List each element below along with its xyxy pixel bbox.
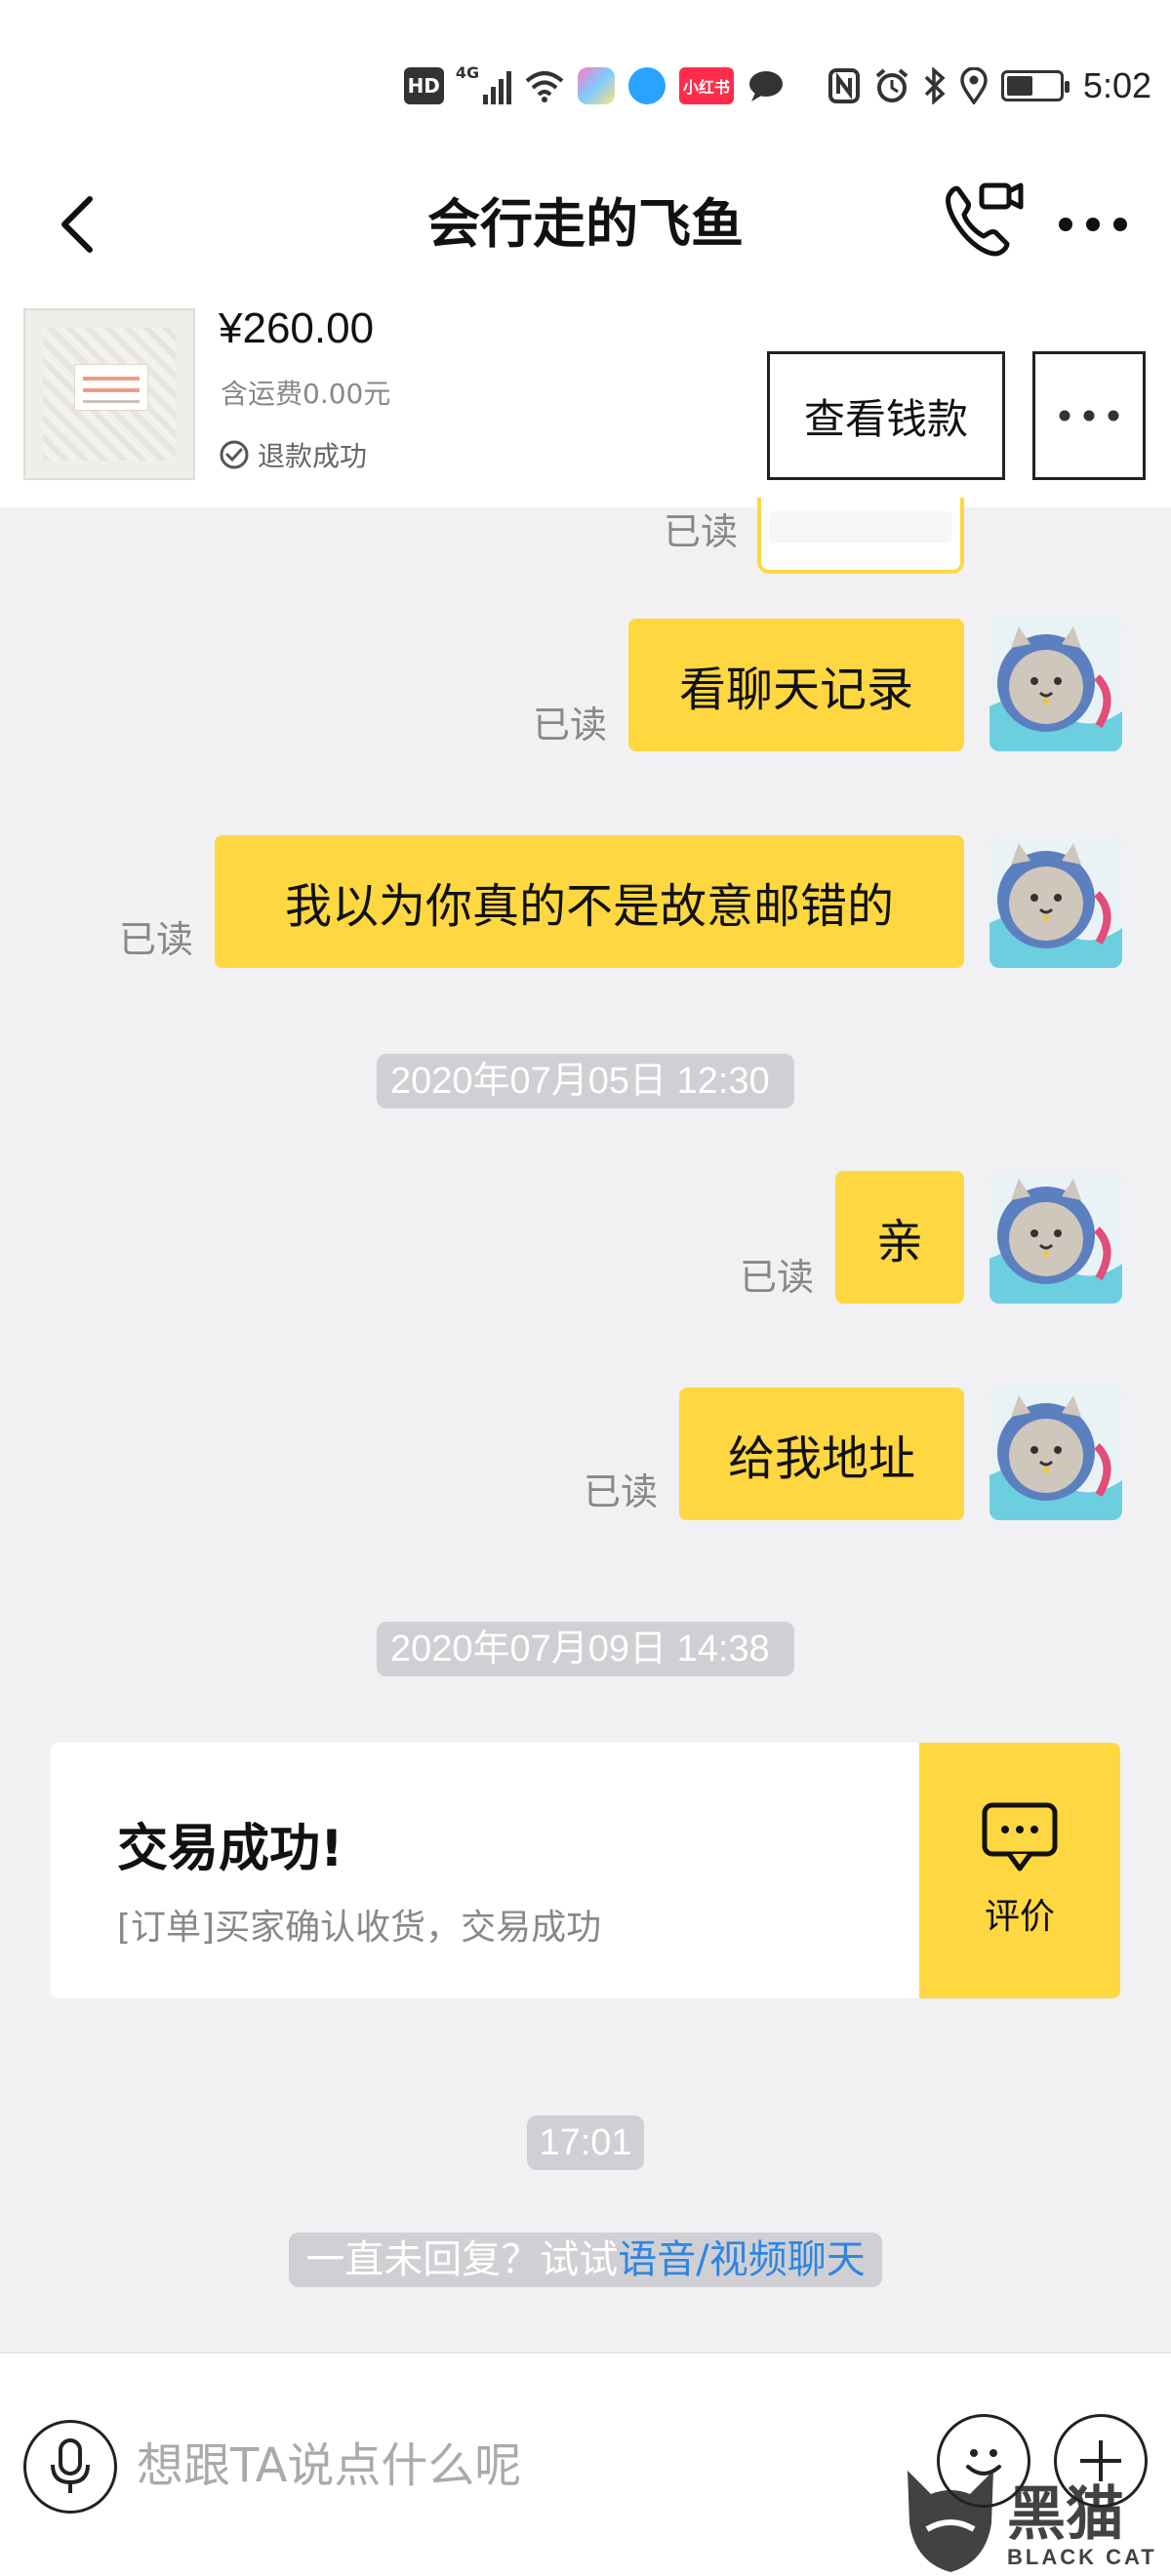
- avatar[interactable]: [989, 835, 1122, 968]
- microphone-icon: [51, 2438, 90, 2493]
- app-notification-icon: [577, 67, 615, 104]
- product-summary[interactable]: ¥260.00 含运费0.00元 退款成功 查看钱款: [0, 302, 1171, 507]
- avatar[interactable]: [989, 1171, 1122, 1304]
- back-button[interactable]: [29, 176, 127, 273]
- avatar[interactable]: [989, 1388, 1122, 1520]
- location-icon: [960, 67, 988, 104]
- more-options-button[interactable]: [1044, 176, 1142, 273]
- product-price: ¥260.00: [219, 304, 375, 352]
- rate-button[interactable]: 评价: [919, 1743, 1120, 1998]
- check-circle-icon: [220, 440, 249, 469]
- timestamp: 17:01: [527, 2115, 644, 2170]
- watermark-subtext: BLACK CAT: [1007, 2545, 1157, 2569]
- chevron-left-icon: [61, 196, 93, 253]
- seal-astronaut-avatar-icon: [989, 1171, 1122, 1304]
- nfc-icon: [828, 68, 860, 103]
- network-type-label: 4G: [455, 63, 480, 82]
- voice-video-call-button[interactable]: [927, 166, 1034, 273]
- message-bubble[interactable]: 给我地址: [679, 1388, 964, 1520]
- read-receipt: 已读: [533, 704, 608, 746]
- previous-screenshot-message[interactable]: [757, 498, 964, 574]
- status-icons: HD 4G 小红书 5:02: [403, 57, 1151, 115]
- message-input[interactable]: [137, 2412, 898, 2519]
- black-cat-logo-icon: [908, 2471, 993, 2572]
- bluetooth-icon: [924, 67, 946, 104]
- refund-status-label: 退款成功: [258, 440, 368, 472]
- black-cat-watermark: 黑猫 BLACK CAT: [898, 2461, 1171, 2576]
- message-bubble[interactable]: 我以为你真的不是故意邮错的: [215, 835, 964, 968]
- order-status-description: [订单]买家确认收货，交易成功: [117, 1908, 602, 1948]
- battery-icon: [1000, 70, 1070, 101]
- wifi-icon: [525, 71, 564, 102]
- more-dots-icon: [1059, 410, 1119, 422]
- order-status-card[interactable]: 交易成功! [订单]买家确认收货，交易成功 评价: [51, 1743, 1120, 1998]
- chat-message-list[interactable]: 已读 已读 看聊天记录 已读 我以为你真的不是故意邮错的 2020年07月05日…: [0, 498, 1171, 2352]
- signal-icon: 4G: [456, 63, 511, 104]
- voice-input-button[interactable]: [23, 2420, 117, 2514]
- seal-astronaut-avatar-icon: [989, 619, 1122, 751]
- clock: 5:02: [1082, 65, 1151, 105]
- hint-text: 一直未回复？试试: [305, 2237, 619, 2282]
- message-bubble[interactable]: 亲: [835, 1171, 964, 1304]
- read-receipt: 已读: [664, 510, 739, 553]
- seal-astronaut-avatar-icon: [989, 1388, 1122, 1520]
- phone-video-icon: [946, 182, 1024, 257]
- order-status-title: 交易成功!: [117, 1820, 343, 1878]
- product-more-button[interactable]: [1032, 351, 1146, 480]
- status-bar: HD 4G 小红书 5:02: [0, 0, 1171, 146]
- alarm-icon: [875, 68, 909, 102]
- read-receipt: 已读: [584, 1470, 659, 1513]
- chat-header: 会行走的飞鱼: [0, 146, 1171, 302]
- avatar[interactable]: [989, 619, 1122, 751]
- browser-notification-icon: [627, 67, 666, 104]
- comment-dots-icon: [982, 1802, 1058, 1872]
- view-payment-button[interactable]: 查看钱款: [767, 351, 1005, 480]
- product-thumbnail[interactable]: [23, 308, 195, 480]
- message-icon: [748, 71, 783, 101]
- message-input-bar: 黑猫 BLACK CAT: [0, 2352, 1171, 2576]
- read-receipt: 已读: [740, 1256, 815, 1299]
- watermark-text: 黑猫: [1007, 2480, 1124, 2549]
- message-bubble[interactable]: 看聊天记录: [628, 619, 964, 751]
- more-dots-icon: [1059, 218, 1127, 231]
- timestamp: 2020年07月09日 14:38: [377, 1622, 794, 1676]
- rate-button-label: 评价: [984, 1897, 1055, 1937]
- call-suggestion-hint: 一直未回复？试试语音/视频聊天: [289, 2233, 882, 2287]
- xiaohongshu-notification-icon: 小红书: [678, 67, 734, 104]
- hd-badge: HD: [403, 67, 444, 104]
- seal-astronaut-avatar-icon: [989, 835, 1122, 968]
- shipping-fee: 含运费0.00元: [221, 378, 391, 410]
- read-receipt: 已读: [119, 918, 194, 961]
- voice-video-chat-link[interactable]: 语音/视频聊天: [618, 2237, 865, 2282]
- timestamp: 2020年07月05日 12:30: [377, 1054, 794, 1108]
- refund-status: 退款成功: [219, 435, 367, 474]
